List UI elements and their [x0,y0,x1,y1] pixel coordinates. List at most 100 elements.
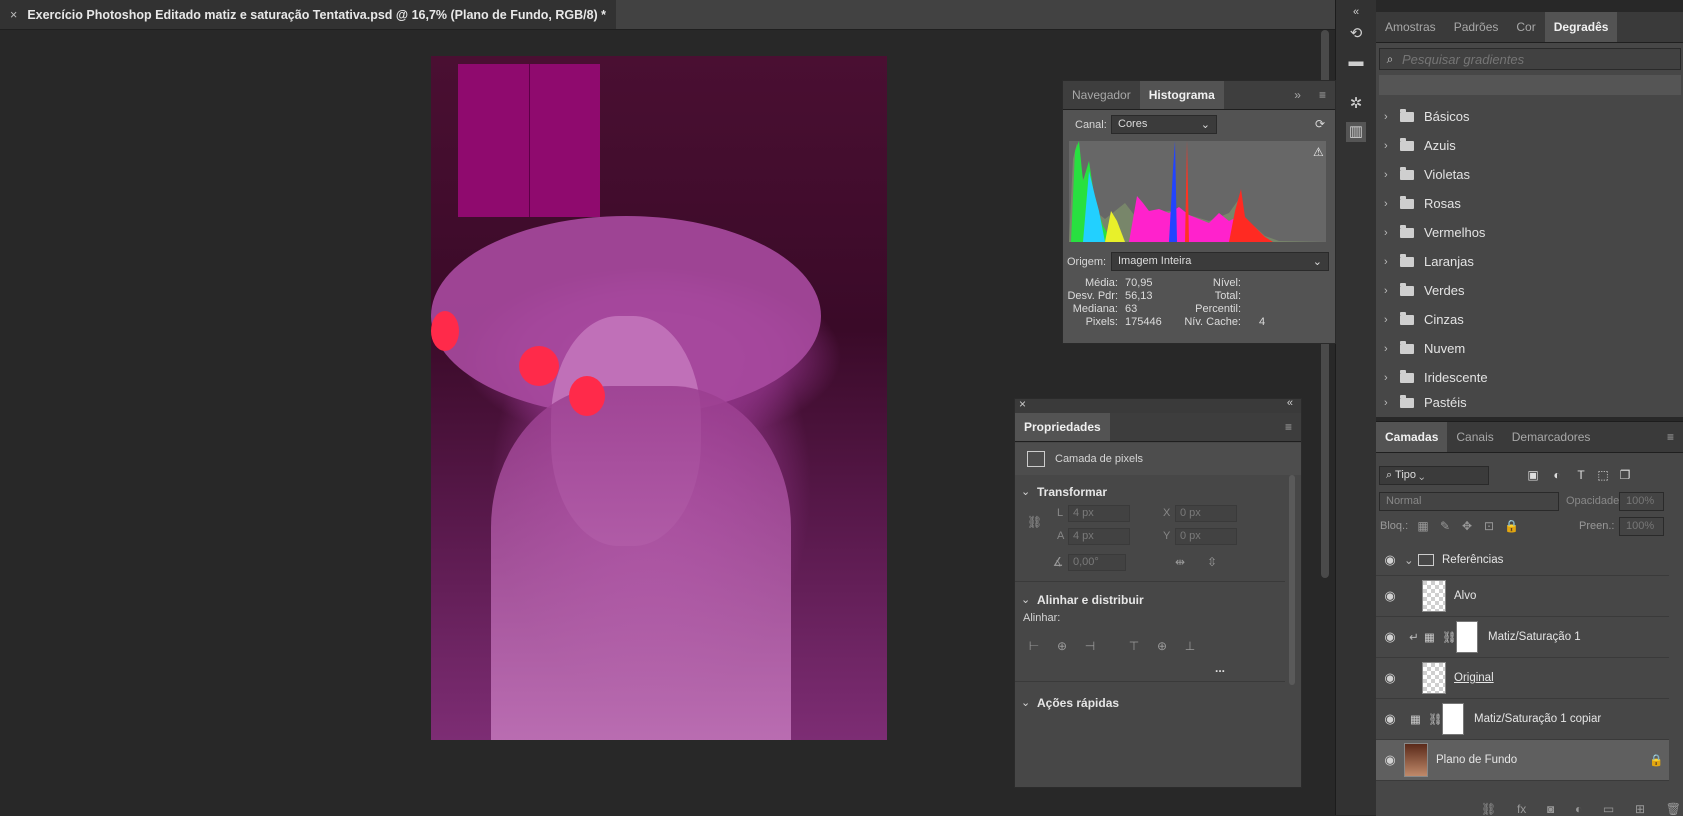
link-dimensions-icon[interactable]: ⛓ [1027,515,1042,529]
panel-drag-bar[interactable]: × « [1015,397,1301,413]
gradient-folder[interactable]: › Nuvem [1376,334,1683,363]
gradient-folder[interactable]: › Básicos [1376,102,1683,131]
shape-filter-icon[interactable]: ⬚ [1596,468,1610,482]
layer-row[interactable]: ◉ ▦ ⛓ Matiz/Saturação 1 copiar [1376,699,1669,740]
adjustment-icon[interactable]: ◐ [1575,802,1582,816]
warning-icon[interactable]: ⚠ [1313,145,1324,159]
chevron-down-icon[interactable]: ⌄ [1404,553,1418,567]
properties-scrollbar[interactable] [1289,475,1295,685]
flip-horizontal-icon[interactable]: ⇹ [1173,555,1187,569]
align-center-v-icon[interactable]: ⊕ [1155,639,1169,653]
align-section-title[interactable]: Alinhar e distribuir [1037,593,1144,607]
chevron-down-icon[interactable]: ⌄ [1021,485,1030,498]
tab-padroes[interactable]: Padrões [1445,12,1508,42]
fx-icon[interactable]: fx [1517,802,1526,816]
visibility-eye-icon[interactable]: ◉ [1376,629,1404,645]
lock-transparent-icon[interactable]: ▦ [1416,519,1430,533]
y-field[interactable]: 0 px [1175,528,1237,545]
navigator-icon[interactable]: ✲ [1346,94,1366,114]
gradient-folder[interactable]: › Verdes [1376,276,1683,305]
gradient-folder[interactable]: › Laranjas [1376,247,1683,276]
gradient-folder[interactable]: › Vermelhos [1376,218,1683,247]
align-right-icon[interactable]: ⊣ [1083,639,1097,653]
blend-mode-select[interactable]: Normal [1379,492,1559,511]
image-filter-icon[interactable]: ▣ [1526,468,1540,482]
tab-canais[interactable]: Canais [1447,422,1502,452]
tab-propriedades[interactable]: Propriedades [1015,413,1110,441]
chevron-down-icon[interactable]: ⌄ [1021,593,1030,606]
tab-cor[interactable]: Cor [1507,12,1544,42]
gradient-folder[interactable]: › Rosas [1376,189,1683,218]
lock-all-icon[interactable]: 🔒 [1504,519,1519,533]
layer-mask-thumbnail[interactable] [1442,703,1464,735]
gradient-folder[interactable]: › Violetas [1376,160,1683,189]
refresh-icon[interactable]: ⟳ [1315,117,1325,131]
visibility-eye-icon[interactable]: ◉ [1376,588,1404,604]
gradient-search-box[interactable]: ⌕ [1379,48,1681,70]
collapse-icon[interactable]: « [1287,397,1293,409]
gradient-search-input[interactable] [1400,50,1680,68]
layer-row[interactable]: ◉ Original [1376,658,1669,699]
tab-demarcadores[interactable]: Demarcadores [1503,422,1600,452]
close-icon[interactable]: × [1019,397,1026,411]
fill-field[interactable]: 100% [1619,517,1664,536]
layer-row[interactable]: ◉ ↵ ▦ ⛓ Matiz/Saturação 1 [1376,617,1669,658]
gradient-folder[interactable]: › Cinzas [1376,305,1683,334]
panel-menu-icon[interactable]: ≡ [1310,81,1335,109]
trash-icon[interactable]: 🗑 [1666,802,1681,816]
layer-filter-select[interactable]: ⌕ Tipo ⌄ [1379,466,1489,485]
chevron-down-icon[interactable]: ⌄ [1021,696,1030,709]
visibility-eye-icon[interactable]: ◉ [1376,552,1404,568]
smart-object-filter-icon[interactable]: ❐ [1618,468,1632,482]
channel-select[interactable]: Cores ⌄ [1111,115,1217,134]
x-field[interactable]: 0 px [1175,505,1237,522]
align-center-h-icon[interactable]: ⊕ [1055,639,1069,653]
layer-mask-thumbnail[interactable] [1456,621,1478,653]
chain-link-icon[interactable]: ⛓ [1428,712,1443,726]
lock-artboard-icon[interactable]: ⊡ [1482,519,1496,533]
type-filter-icon[interactable]: T [1574,468,1588,482]
chain-link-icon[interactable]: ⛓ [1442,630,1457,644]
new-layer-icon[interactable]: ⊞ [1635,802,1645,816]
more-options-icon[interactable]: ... [1215,661,1225,675]
collapse-icon[interactable]: « [1346,2,1366,22]
opacity-field[interactable]: 100% [1619,492,1664,511]
gradient-folder[interactable]: › Azuis [1376,131,1683,160]
histogram-icon[interactable]: ▥ [1346,122,1366,142]
tab-degrades[interactable]: Degradês [1544,12,1618,42]
width-field[interactable]: 4 px [1068,505,1130,522]
tab-navegador[interactable]: Navegador [1063,81,1140,109]
tab-camadas[interactable]: Camadas [1376,422,1448,452]
adjustment-filter-icon[interactable]: ◐ [1550,468,1564,482]
layer-row-selected[interactable]: ◉ Plano de Fundo 🔒 [1376,740,1669,781]
panel-menu-icon[interactable]: ≡ [1658,422,1683,452]
flip-vertical-icon[interactable]: ⇳ [1205,555,1219,569]
height-field[interactable]: 4 px [1068,528,1130,545]
lock-move-icon[interactable]: ✥ [1460,519,1474,533]
gradient-folder[interactable]: › Pastéis [1376,388,1683,417]
folder-icon[interactable]: ▭ [1603,802,1614,816]
quick-actions-section-title[interactable]: Ações rápidas [1037,696,1119,710]
layer-row[interactable]: ◉ Alvo [1376,576,1669,617]
transform-section-title[interactable]: Transformar [1037,485,1107,499]
tab-histograma[interactable]: Histograma [1139,81,1224,109]
tab-amostras[interactable]: Amostras [1376,12,1445,42]
layer-group-row[interactable]: ◉ ⌄ Referências [1376,545,1669,576]
mask-icon[interactable]: ◙ [1547,802,1554,816]
visibility-eye-icon[interactable]: ◉ [1376,711,1404,727]
source-select[interactable]: Imagem Inteira ⌄ [1111,252,1329,271]
align-bottom-icon[interactable]: ⊥ [1183,639,1197,653]
visibility-eye-icon[interactable]: ◉ [1376,752,1404,768]
visibility-eye-icon[interactable]: ◉ [1376,670,1404,686]
align-top-icon[interactable]: ⊤ [1127,639,1141,653]
comment-icon[interactable]: ▬ [1346,52,1366,72]
panel-menu-icon[interactable]: ≡ [1276,413,1301,441]
history-icon[interactable]: ⟲ [1346,24,1366,44]
document-tab[interactable]: × Exercício Photoshop Editado matiz e sa… [0,0,617,29]
link-icon[interactable]: ⛓ [1481,802,1496,816]
angle-field[interactable]: 0,00° [1068,554,1126,571]
align-left-icon[interactable]: ⊢ [1027,639,1041,653]
expand-icon[interactable]: » [1285,81,1310,109]
close-tab-icon[interactable]: × [10,8,17,22]
lock-paint-icon[interactable]: ✎ [1438,519,1452,533]
